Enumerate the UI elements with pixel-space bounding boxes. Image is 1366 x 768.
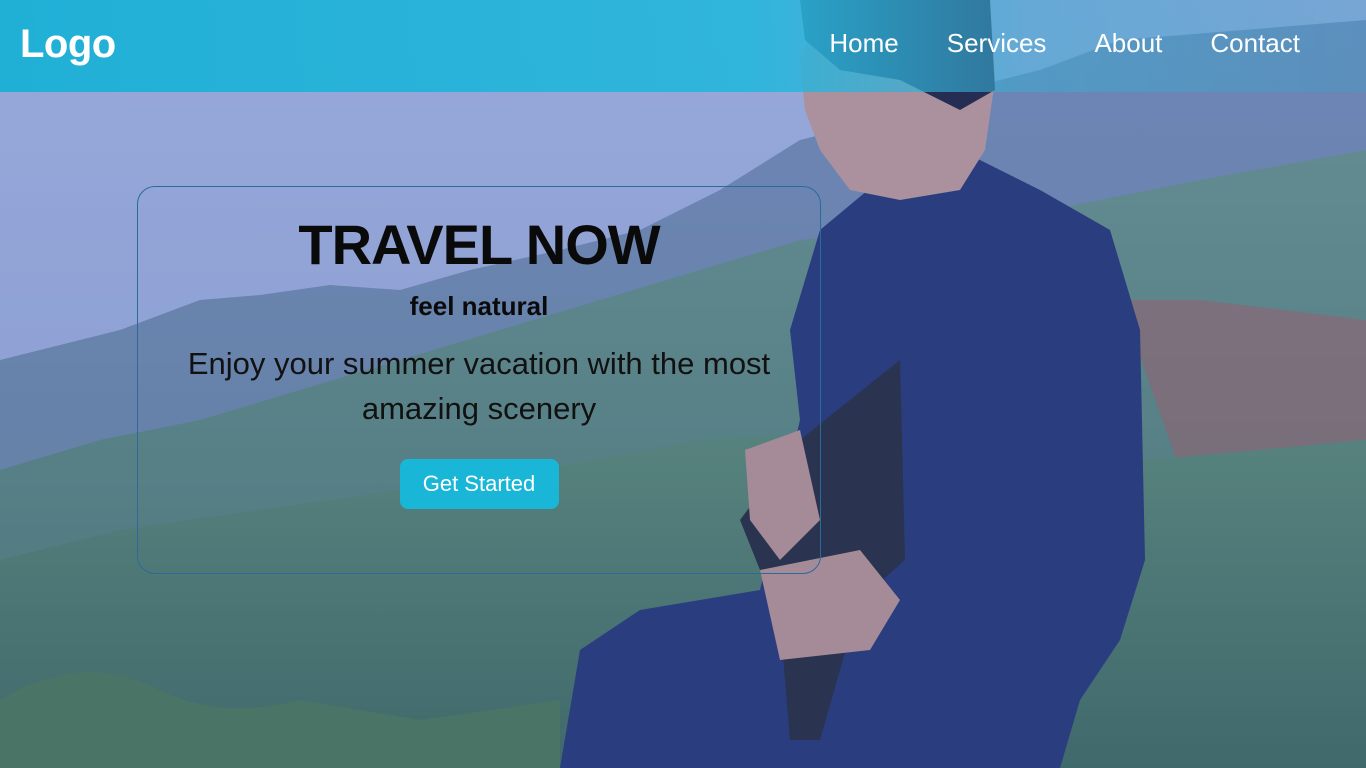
- navbar: Logo Home Services About Contact: [0, 0, 1366, 92]
- nav-link-about[interactable]: About: [1094, 28, 1162, 59]
- nav-link-services[interactable]: Services: [947, 28, 1047, 59]
- nav-links: Home Services About Contact: [829, 28, 1300, 59]
- nav-link-home[interactable]: Home: [829, 28, 898, 59]
- hero-card: TRAVEL NOW feel natural Enjoy your summe…: [137, 186, 821, 574]
- hero-subtitle: feel natural: [409, 291, 549, 321]
- page: Logo Home Services About Contact TRAVEL …: [0, 0, 1366, 768]
- logo[interactable]: Logo: [20, 22, 116, 67]
- get-started-button[interactable]: Get Started: [399, 459, 559, 509]
- hero-title: TRAVEL NOW: [298, 213, 660, 276]
- hero-description: Enjoy your summer vacation with the most…: [187, 346, 771, 426]
- nav-link-contact[interactable]: Contact: [1210, 28, 1300, 59]
